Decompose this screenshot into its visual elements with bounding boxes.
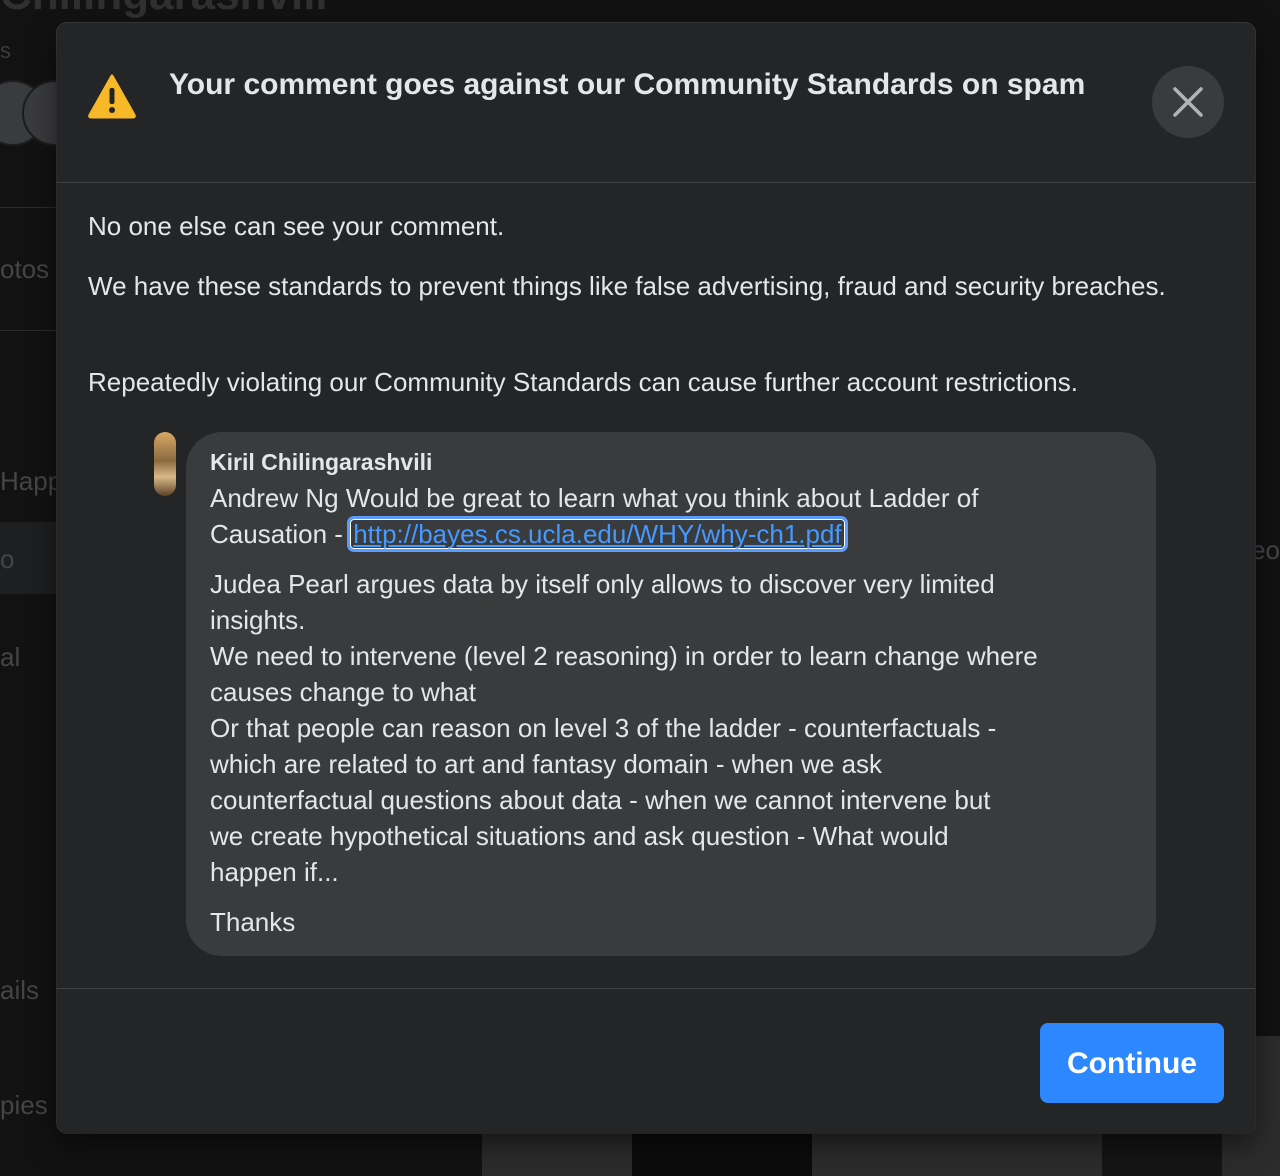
dialog-footer: Continue: [57, 988, 1255, 1134]
comment-text-line: causes change to what: [210, 677, 476, 707]
comment-link[interactable]: http://bayes.cs.ucla.edu/WHY/why-ch1.pdf: [347, 516, 848, 552]
dialog-header: Your comment goes against our Community …: [57, 23, 1255, 183]
comment-text-line: We need to intervene (level 2 reasoning)…: [210, 641, 1038, 671]
continue-button[interactable]: Continue: [1040, 1023, 1224, 1103]
comment-preview: Kiril Chilingarashvili Andrew Ng Would b…: [186, 432, 1156, 956]
close-button[interactable]: [1152, 66, 1224, 138]
background-label: otos: [0, 254, 50, 284]
comment-author-avatar: [154, 432, 176, 496]
comment-text-prefix: Causation -: [210, 519, 351, 549]
comment-text-line: Judea Pearl argues data by itself only a…: [210, 569, 995, 599]
standards-explanation: We have these standards to prevent thing…: [88, 271, 1166, 301]
background-label: s: [0, 38, 11, 63]
comment-text-line: counterfactual questions about data - wh…: [210, 785, 991, 815]
background-label: o: [0, 544, 15, 574]
comment-text-line: insights.: [210, 605, 306, 635]
comment-closing: Thanks: [210, 907, 296, 937]
background-label: al: [0, 642, 21, 672]
comment-text-line: which are related to art and fantasy dom…: [210, 749, 883, 779]
background-label: ails: [0, 975, 40, 1005]
background-label: pies: [0, 1090, 48, 1120]
visibility-notice: No one else can see your comment.: [88, 211, 505, 241]
background-divider: [0, 207, 60, 208]
close-icon: [1173, 87, 1203, 117]
comment-text-line: we create hypothetical situations and as…: [210, 821, 949, 851]
background-profile-name: Chilingarashvili: [0, 0, 328, 20]
background-divider: [0, 330, 60, 331]
comment-text-line: Or that people can reason on level 3 of …: [210, 713, 997, 743]
spam-warning-dialog: Your comment goes against our Community …: [57, 23, 1255, 1133]
comment-text-line: Causation - http://bayes.cs.ucla.edu/WHY…: [210, 516, 848, 552]
warning-triangle-icon: [87, 73, 137, 119]
comment-text-line: Andrew Ng Would be great to learn what y…: [210, 483, 979, 513]
comment-author-name: Kiril Chilingarashvili: [210, 449, 433, 475]
background-label: Happ: [0, 466, 63, 496]
dialog-title: Your comment goes against our Community …: [169, 68, 1086, 101]
background-label: eo: [1251, 535, 1280, 565]
restriction-warning: Repeatedly violating our Community Stand…: [88, 367, 1078, 397]
comment-text-line: happen if...: [210, 857, 339, 887]
